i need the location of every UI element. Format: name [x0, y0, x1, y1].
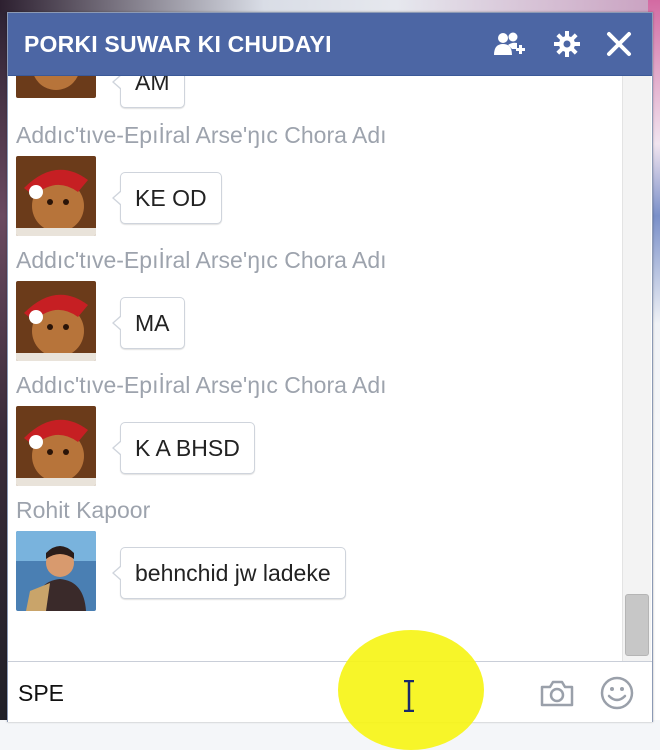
- message-bubble: behnchid jw ladeke: [112, 547, 346, 599]
- message-bubble: MA: [112, 297, 185, 349]
- avatar[interactable]: [16, 76, 96, 98]
- camera-icon[interactable]: [538, 674, 576, 712]
- avatar[interactable]: [16, 281, 96, 361]
- avatar[interactable]: [16, 531, 96, 611]
- gear-icon[interactable]: [550, 27, 584, 61]
- sender-name[interactable]: Addıc'tıve-Epıİral Arse'ŋıc Chora Adı: [16, 247, 387, 274]
- message-text: K A BHSD: [135, 435, 240, 461]
- message-list[interactable]: AM Addıc'tıve-Epıİral Arse'ŋıc Chora Adı…: [8, 76, 624, 672]
- close-icon[interactable]: [602, 27, 636, 61]
- chat-window: PORKI SUWAR KI CHUDAYI AM Addıc'tıve-Epı…: [7, 12, 653, 722]
- chat-title[interactable]: PORKI SUWAR KI CHUDAYI: [24, 31, 332, 58]
- add-friends-icon[interactable]: [492, 27, 526, 61]
- message-text: AM: [135, 76, 170, 95]
- message-bubble: K A BHSD: [112, 422, 255, 474]
- message-scrollbar[interactable]: [622, 76, 651, 672]
- chat-header[interactable]: PORKI SUWAR KI CHUDAYI: [8, 13, 652, 76]
- message-bubble: AM: [112, 76, 185, 108]
- text-cursor-icon: [402, 679, 416, 713]
- smiley-icon[interactable]: [598, 674, 636, 712]
- message-bubble: KE OD: [112, 172, 222, 224]
- scrollbar-thumb[interactable]: [625, 594, 649, 656]
- message-input-bar: [8, 661, 652, 722]
- message-text: KE OD: [135, 185, 207, 211]
- avatar[interactable]: [16, 406, 96, 486]
- avatar[interactable]: [16, 156, 96, 236]
- sender-name[interactable]: Rohit Kapoor: [16, 497, 150, 524]
- sender-name[interactable]: Addıc'tıve-Epıİral Arse'ŋıc Chora Adı: [16, 122, 387, 149]
- message-text: behnchid jw ladeke: [135, 560, 331, 586]
- message-text: MA: [135, 310, 170, 336]
- sender-name[interactable]: Addıc'tıve-Epıİral Arse'ŋıc Chora Adı: [16, 372, 387, 399]
- background-top-strip: [0, 0, 660, 12]
